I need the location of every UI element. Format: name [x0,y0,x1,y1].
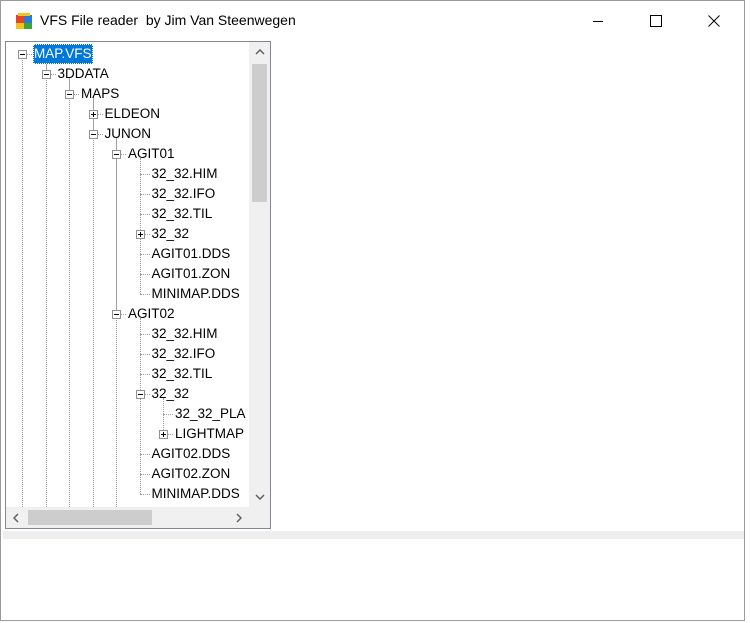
tree-connector-line [139,374,150,375]
collapse-icon[interactable] [18,50,27,59]
tree-connector-line [121,154,126,155]
tree-node[interactable]: JUNON [104,124,153,144]
tree-connector-line [139,454,150,455]
tree-connector-line [116,138,117,507]
tree-connector-line [139,334,150,335]
splitter-bar[interactable] [3,531,744,539]
tree-node[interactable]: 32_32 [151,384,191,404]
tree-connector-line [139,274,150,275]
collapse-icon[interactable] [112,150,121,159]
tree-node[interactable]: 32_32_PLA [174,404,247,424]
tree-connector-line [45,58,47,507]
up-arrow-icon [254,49,265,55]
tree-node[interactable]: AGIT01.ZON [151,264,232,284]
close-icon [708,15,720,27]
tree-node[interactable]: AGIT01 [127,144,176,164]
app-icon [16,13,32,29]
tree-node[interactable]: 32_32.IFO [151,344,217,364]
tree-connector-line [139,254,150,255]
vertical-scrollbar[interactable] [249,42,270,507]
maximize-icon [650,15,662,27]
tree-connector-line [139,194,150,195]
tree-connector-line [97,134,103,135]
tree-node[interactable]: LIGHTMAP [174,424,245,444]
tree-connector-line [92,98,94,507]
scroll-down-button[interactable] [249,487,270,507]
tree-connector-line [139,294,150,295]
tree-connector-line [144,394,150,395]
maximize-button[interactable] [633,1,679,41]
tree-connector-line [22,58,23,507]
tree-node-selected[interactable]: MAP.VFS [33,44,93,64]
tree-connector-line [50,74,56,75]
scroll-left-button[interactable] [6,507,26,528]
tree-node[interactable]: MAPS [80,84,120,104]
tree-node[interactable]: MINIMAP.DDS [151,484,241,504]
tree-connector-line [144,234,150,235]
tree-node[interactable]: AGIT02 [127,304,176,324]
tree-node[interactable]: AGIT02.DDS [151,444,232,464]
tree-node[interactable]: AGIT02.ZON [151,464,232,484]
close-button[interactable] [691,1,737,41]
tree-node[interactable]: AGIT01.DDS [151,244,232,264]
tree-connector-line [139,354,150,355]
collapse-icon[interactable] [112,310,121,319]
scroll-right-button[interactable] [229,507,249,528]
left-arrow-icon [13,512,19,523]
tree-connector-line [163,414,173,415]
tree-content: MAP.VFS 3DDATA MAPS ELDEON JUNON AGIT01 32_32.… [6,42,249,507]
right-arrow-icon [236,512,242,523]
tree-connector-line [139,318,141,494]
tree-connector-line [69,78,70,507]
expand-icon[interactable] [88,110,98,119]
tree-node[interactable]: 32_32.IFO [151,184,217,204]
tree-node[interactable]: 32_32.HIM [151,324,219,344]
tree-connector-line [121,314,126,315]
tree-connector-line [74,94,79,95]
down-arrow-icon [254,494,265,500]
collapse-icon[interactable] [135,390,145,399]
tree-connector-line [139,474,150,475]
title-bar[interactable]: VFS File reader by Jim Van Steenwegen [1,1,744,41]
tree-connector-line [139,174,150,175]
expand-icon[interactable] [135,230,145,239]
collapse-icon[interactable] [41,70,51,79]
horizontal-scroll-thumb[interactable] [28,510,152,525]
tree-connector-line [139,214,150,215]
vertical-scroll-thumb[interactable] [252,64,267,202]
tree-connector-line [97,114,103,115]
tree-node[interactable]: 3DDATA [57,64,110,84]
minimize-icon [593,21,603,22]
scroll-up-button[interactable] [249,42,270,62]
tree-node[interactable]: 32_32.HIM [151,164,219,184]
tree-node[interactable]: MINIMAP.DDS [151,284,241,304]
tree-node[interactable]: ELDEON [104,104,162,124]
tree-node[interactable]: 32_32.TIL [151,204,214,224]
collapse-icon[interactable] [88,130,98,139]
file-tree-view[interactable]: MAP.VFS 3DDATA MAPS ELDEON JUNON AGIT01 32_32.… [5,41,271,529]
window-title: VFS File reader by Jim Van Steenwegen [40,12,296,28]
tree-connector-line [139,494,150,495]
app-window: VFS File reader by Jim Van Steenwegen MA… [0,0,745,621]
tree-connector-line [27,54,32,55]
horizontal-scrollbar[interactable] [6,507,249,528]
tree-node[interactable]: 32_32 [151,224,191,244]
scrollbar-corner [249,507,270,528]
tree-node[interactable]: 32_32.TIL [151,364,214,384]
tree-connector-line [168,434,173,435]
expand-icon[interactable] [159,430,168,439]
minimize-button[interactable] [575,1,621,41]
collapse-icon[interactable] [65,90,74,99]
